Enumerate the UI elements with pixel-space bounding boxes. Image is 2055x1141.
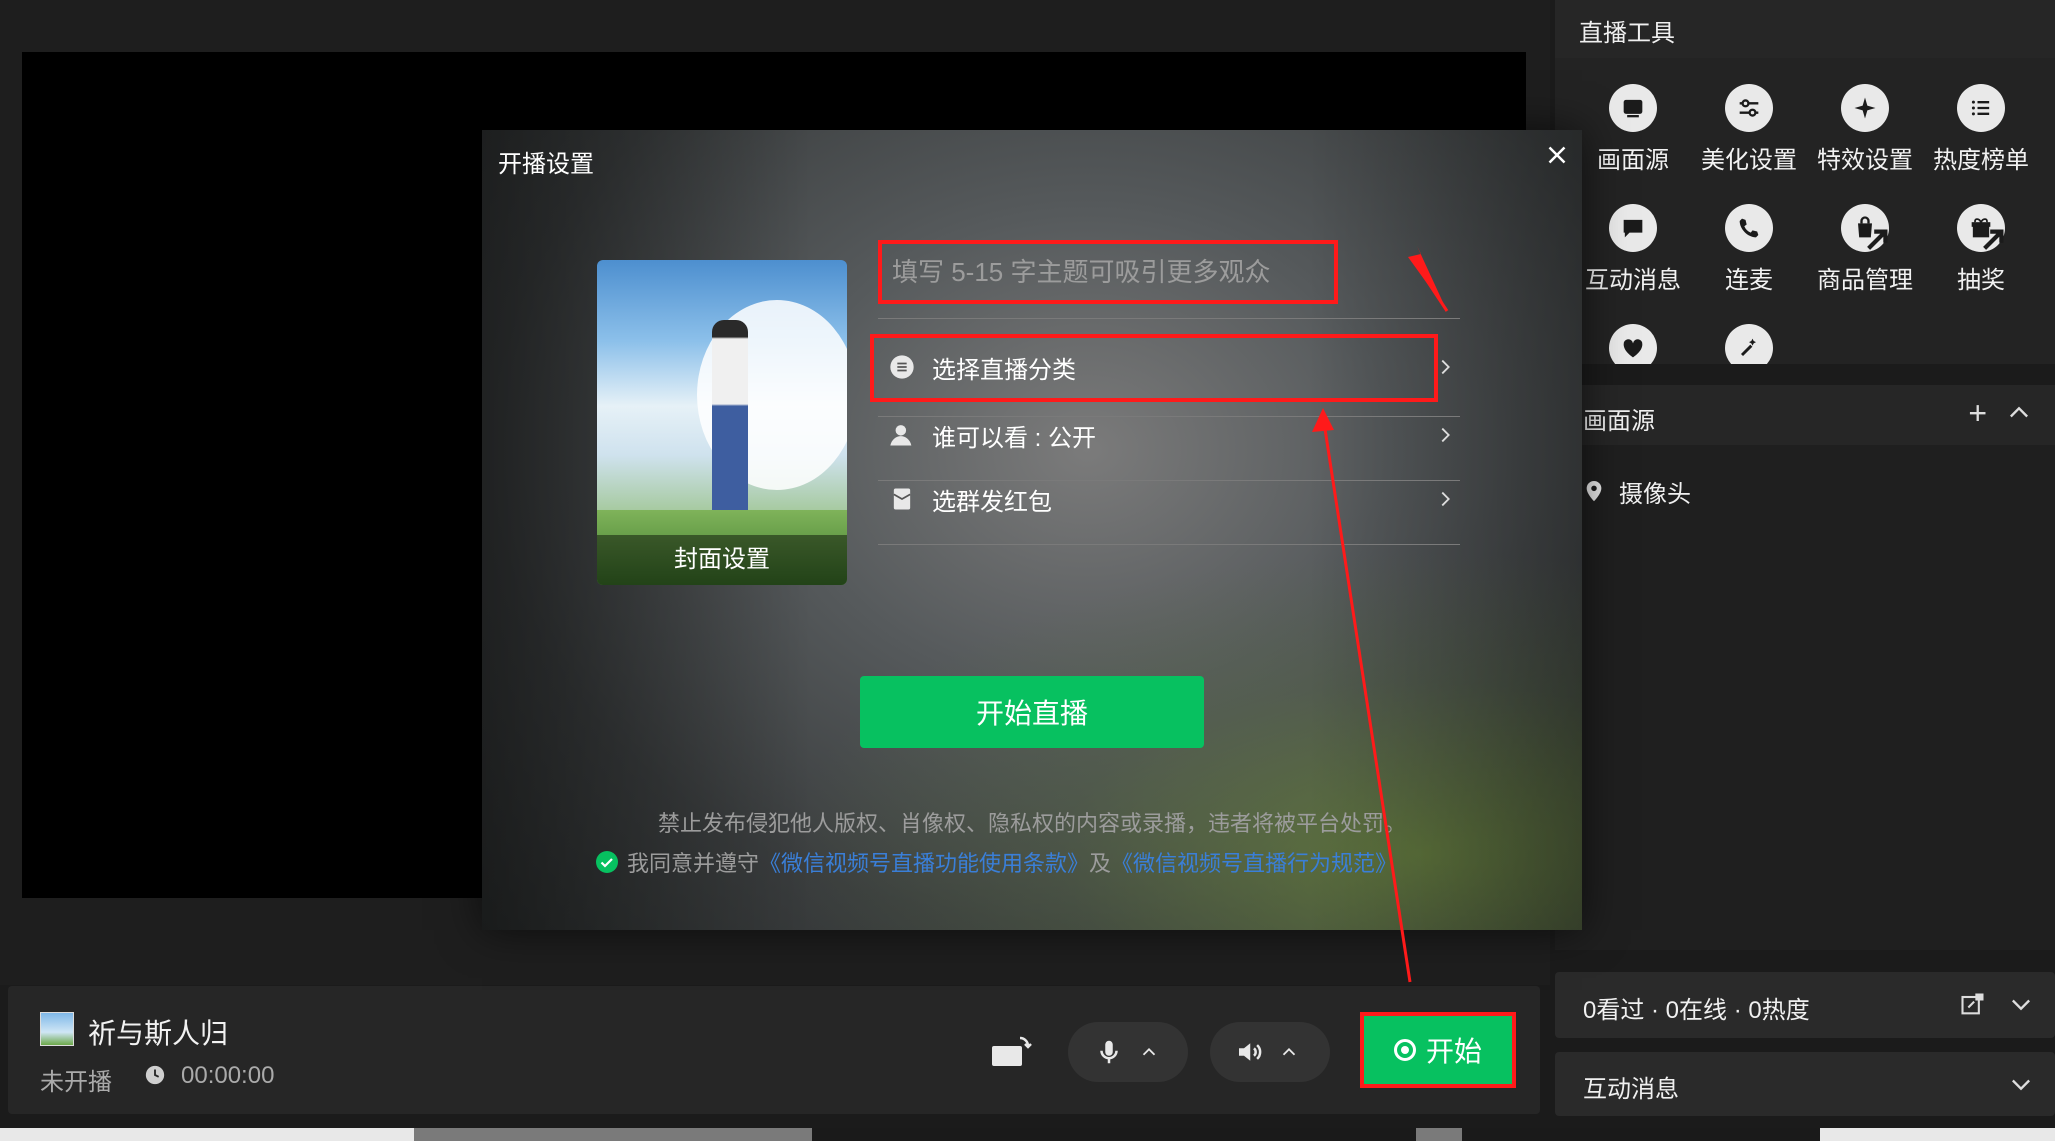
agree-prefix: 我同意并遵守: [627, 851, 760, 876]
gift-icon: [1957, 204, 2005, 252]
speaker-icon[interactable]: [1234, 1037, 1264, 1067]
heart-icon: [1609, 324, 1657, 364]
expand-chevron-icon[interactable]: [2007, 1070, 2035, 1098]
dialog-title: 开播设置: [498, 151, 594, 178]
divider: [878, 318, 1460, 319]
collapse-chevron-icon[interactable]: [2005, 399, 2033, 427]
go-live-button[interactable]: 开始直播: [860, 676, 1204, 748]
user-icon: [890, 425, 912, 446]
highlight-box-category: [870, 334, 1438, 402]
phone-icon: [1725, 204, 1773, 252]
tool-label: 连麦: [1725, 267, 1773, 294]
row-label: 谁可以看 : 公开: [932, 424, 1097, 452]
tool-partial-heart[interactable]: [1575, 324, 1691, 364]
rotate-screen-icon[interactable]: [990, 1034, 1034, 1070]
tools-header: 直播工具: [1555, 0, 2055, 58]
speaker-control[interactable]: [1210, 1022, 1330, 1082]
agreement-line: 我同意并遵守 《微信视频号直播功能使用条款》 及 《微信视频号直播行为规范》: [595, 846, 1397, 878]
terms-link[interactable]: 《微信视频号直播功能使用条款》: [759, 846, 1089, 878]
cover-caption: 封面设置: [597, 535, 847, 585]
tool-label: 特效设置: [1817, 147, 1913, 174]
speaker-options-chevron-icon[interactable]: [1278, 1041, 1300, 1063]
start-label: 开始: [1425, 1036, 1482, 1067]
right-panel: 直播工具 画面源 美化设置 特效设置 热度榜单 互动消息 连麦 商品管理 抽奖 …: [1555, 0, 2055, 1141]
microphone-options-chevron-icon[interactable]: [1138, 1041, 1160, 1063]
microphone-control[interactable]: [1068, 1022, 1188, 1082]
tool-label: 互动消息: [1585, 267, 1681, 294]
camera-pin-icon: [1586, 480, 1602, 501]
popout-icon[interactable]: [1959, 990, 1987, 1018]
record-icon: [1393, 1039, 1416, 1061]
bottom-control-bar: 祈与斯人归 未开播 00:00:00 开始: [8, 986, 1540, 1114]
live-status: 未开播: [40, 1069, 112, 1096]
tools-title: 直播工具: [1579, 20, 1675, 47]
live-timer: 00:00:00: [181, 1062, 275, 1089]
horizontal-scrollbar[interactable]: [0, 1128, 2055, 1141]
tool-screen-source[interactable]: 画面源: [1575, 84, 1691, 175]
sources-title: 画面源: [1583, 408, 1655, 435]
tool-interactive-messages[interactable]: 互动消息: [1575, 204, 1691, 295]
scrollbar-thumb[interactable]: [414, 1128, 812, 1141]
source-item-camera[interactable]: 摄像头: [1583, 474, 1691, 509]
room-avatar: [40, 1012, 74, 1046]
tool-label: 美化设置: [1701, 147, 1797, 174]
tool-product-management[interactable]: 商品管理: [1807, 204, 1923, 295]
tool-beauty-settings[interactable]: 美化设置: [1691, 84, 1807, 175]
agree-mid: 及: [1089, 851, 1112, 876]
external-link-icon: [1983, 229, 2004, 250]
tools-grid: 画面源 美化设置 特效设置 热度榜单 互动消息 连麦 商品管理 抽奖: [1555, 58, 2055, 364]
check-circle-icon[interactable]: [595, 850, 619, 874]
cover-settings[interactable]: 封面设置: [597, 260, 847, 585]
tool-effects[interactable]: 特效设置: [1807, 84, 1923, 175]
shopping-bag-icon: [1841, 204, 1889, 252]
room-name: 祈与斯人归: [88, 1018, 229, 1049]
cover-image-figure: [712, 320, 748, 530]
tool-lottery[interactable]: 抽奖: [1923, 204, 2039, 295]
tool-hot-ranking[interactable]: 热度榜单: [1923, 84, 2039, 175]
add-source-button[interactable]: +: [1968, 395, 1987, 432]
go-live-settings-dialog: 开播设置 封面设置 选择直播分类 谁可以看 : 公开 选群发红包 开始直播 禁止…: [482, 130, 1582, 930]
tool-label: 抽奖: [1957, 267, 2005, 294]
live-topic-field[interactable]: [878, 240, 1338, 304]
start-button[interactable]: 开始: [1360, 1012, 1516, 1088]
divider: [878, 544, 1460, 545]
chevron-right-icon: [1441, 491, 1450, 507]
chat-icon: [1609, 204, 1657, 252]
tool-label: 热度榜单: [1933, 147, 2029, 174]
stats-text: 0看过 · 0在线 · 0热度: [1583, 997, 1810, 1024]
rules-link[interactable]: 《微信视频号直播行为规范》: [1111, 846, 1397, 878]
clock-icon: [145, 1065, 165, 1085]
policy-notice: 禁止发布侵犯他人版权、肖像权、隐私权的内容或录播，违者将被平台处罚。: [657, 811, 1406, 836]
microphone-icon[interactable]: [1094, 1037, 1124, 1067]
row-red-packet[interactable]: 选群发红包: [878, 458, 1460, 540]
sparkle-icon: [1841, 84, 1889, 132]
source-label: 摄像头: [1619, 481, 1691, 508]
red-packet-icon: [893, 488, 911, 510]
expand-chevron-icon[interactable]: [2007, 990, 2035, 1018]
tool-co-host[interactable]: 连麦: [1691, 204, 1807, 295]
chevron-right-icon: [1441, 427, 1450, 443]
screen-source-icon: [1609, 84, 1657, 132]
sliders-icon: [1725, 84, 1773, 132]
external-link-icon: [1867, 229, 1888, 250]
tool-label: 商品管理: [1817, 267, 1913, 294]
tool-partial-wand[interactable]: [1691, 324, 1807, 364]
close-icon[interactable]: [1542, 140, 1572, 170]
scrollbar-thumb-secondary[interactable]: [1416, 1128, 1462, 1141]
interactive-messages-title: 互动消息: [1583, 1076, 1679, 1103]
tool-label: 画面源: [1597, 147, 1669, 174]
sources-header: 画面源 +: [1555, 385, 2055, 445]
list-icon: [1957, 84, 2005, 132]
interactive-messages-bar[interactable]: 互动消息: [1555, 1052, 2055, 1116]
stats-bar: 0看过 · 0在线 · 0热度: [1555, 972, 2055, 1038]
sources-list: [1555, 445, 2055, 950]
row-label: 选群发红包: [932, 488, 1052, 516]
magic-wand-icon: [1725, 324, 1773, 364]
live-topic-input[interactable]: [882, 244, 1334, 300]
